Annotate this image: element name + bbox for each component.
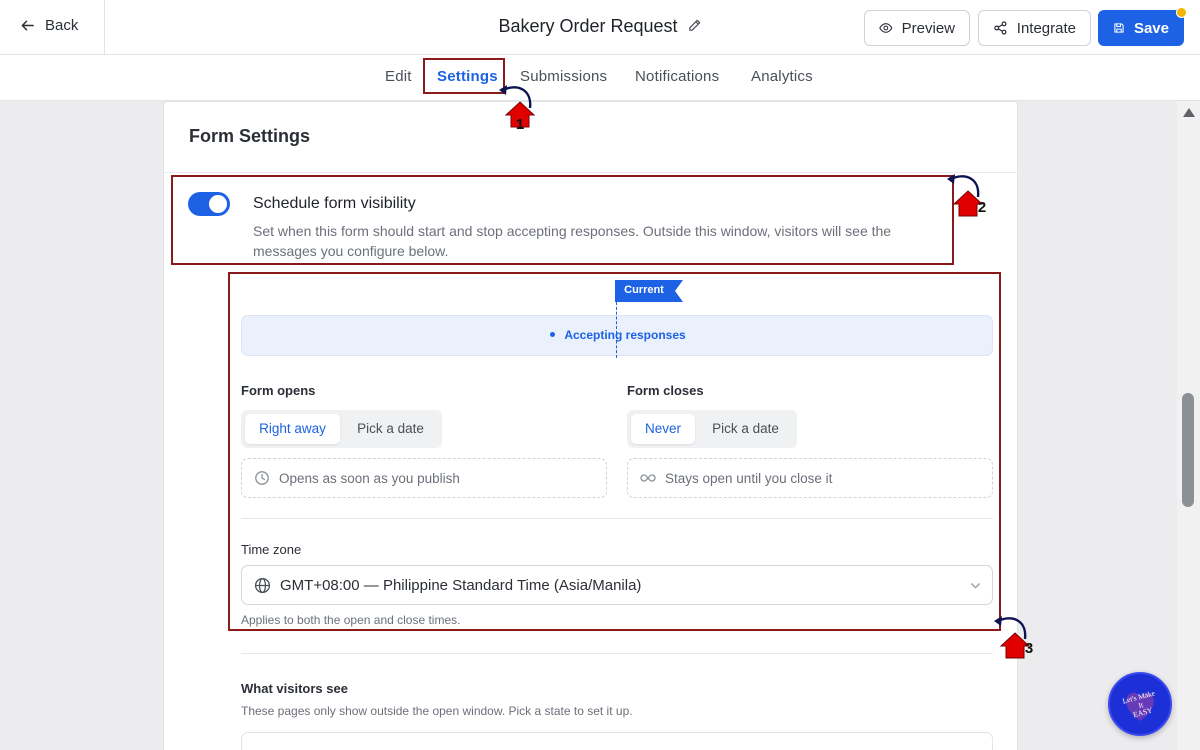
card-title: Form Settings (189, 126, 311, 146)
globe-icon (254, 577, 271, 593)
share-nodes-icon (994, 21, 1007, 35)
form-closes-label: Form closes (627, 383, 704, 398)
schedule-title: Schedule form visibility (253, 195, 416, 212)
scroll-thumb[interactable] (1182, 393, 1194, 507)
divider (104, 0, 105, 55)
annotation-number-1: 1 (515, 116, 525, 133)
annotation-number-3: 3 (1024, 640, 1034, 657)
current-marker-line (616, 302, 617, 358)
visitors-title: What visitors see (241, 681, 348, 696)
form-closes-segmented: Never Pick a date (627, 410, 797, 448)
tab-bar: Edit Settings Submissions Notifications … (0, 55, 1200, 101)
infinity-icon (640, 474, 656, 482)
chevron-down-icon (971, 583, 980, 589)
back-button[interactable]: Back (20, 17, 78, 34)
opens-pick-date-option[interactable]: Pick a date (343, 414, 438, 444)
watermark-logo: Let's Make It EASY (1108, 672, 1172, 736)
closes-info-box: Stays open until you close it (627, 458, 993, 498)
closes-info-text: Stays open until you close it (665, 470, 833, 486)
visitors-state-picker[interactable] (241, 732, 993, 750)
form-opens-segmented: Right away Pick a date (241, 410, 442, 448)
scroll-up-arrow[interactable] (1183, 108, 1195, 117)
opens-info-box: Opens as soon as you publish (241, 458, 607, 498)
scrollbar[interactable] (1177, 101, 1200, 750)
current-label: Current (624, 284, 664, 296)
schedule-description: Set when this form should start and stop… (253, 223, 892, 259)
save-button[interactable]: Save (1098, 7, 1187, 46)
top-bar: Back Bakery Order Request Preview Integr… (0, 0, 1200, 55)
pencil-icon[interactable] (687, 18, 702, 33)
timezone-help: Applies to both the open and close times… (241, 613, 461, 627)
save-icon (1114, 23, 1124, 33)
closes-pick-date-option[interactable]: Pick a date (698, 414, 793, 444)
closes-never-option[interactable]: Never (631, 414, 695, 444)
tab-edit[interactable]: Edit (385, 68, 412, 85)
toggle-knob (209, 195, 227, 213)
opens-right-away-option[interactable]: Right away (245, 414, 340, 444)
tab-notifications[interactable]: Notifications (635, 68, 719, 85)
unsaved-indicator (1176, 7, 1187, 18)
integrate-label: Integrate (1016, 19, 1076, 37)
preview-label: Preview (901, 19, 955, 37)
status-text: Accepting responses (242, 328, 994, 342)
tab-analytics[interactable]: Analytics (751, 68, 813, 85)
schedule-visibility-toggle[interactable] (188, 192, 230, 216)
preview-button[interactable]: Preview (864, 10, 970, 46)
divider (164, 172, 1017, 173)
timezone-value: GMT+08:00 — Philippine Standard Time (As… (280, 576, 642, 594)
save-label: Save (1133, 19, 1169, 37)
status-label: Accepting responses (564, 328, 686, 342)
form-settings-card: Form Settings Schedule form visibility S… (163, 101, 1018, 750)
clock-icon (255, 471, 269, 485)
form-opens-label: Form opens (241, 383, 316, 398)
integrate-button[interactable]: Integrate (978, 10, 1091, 46)
arrow-left-icon (21, 20, 34, 31)
tab-settings[interactable]: Settings (437, 68, 498, 85)
annotation-number-2: 2 (977, 199, 987, 216)
visitors-description: These pages only show outside the open w… (241, 704, 633, 718)
form-title-text[interactable]: Bakery Order Request (498, 16, 677, 36)
status-bar: Accepting responses (241, 315, 993, 356)
eye-icon (879, 23, 893, 33)
opens-info-text: Opens as soon as you publish (279, 470, 460, 486)
divider (241, 653, 993, 654)
divider (241, 518, 993, 519)
timezone-label: Time zone (241, 542, 302, 557)
status-dot (550, 332, 556, 337)
timezone-select[interactable]: GMT+08:00 — Philippine Standard Time (As… (241, 565, 993, 605)
back-label: Back (45, 17, 79, 34)
